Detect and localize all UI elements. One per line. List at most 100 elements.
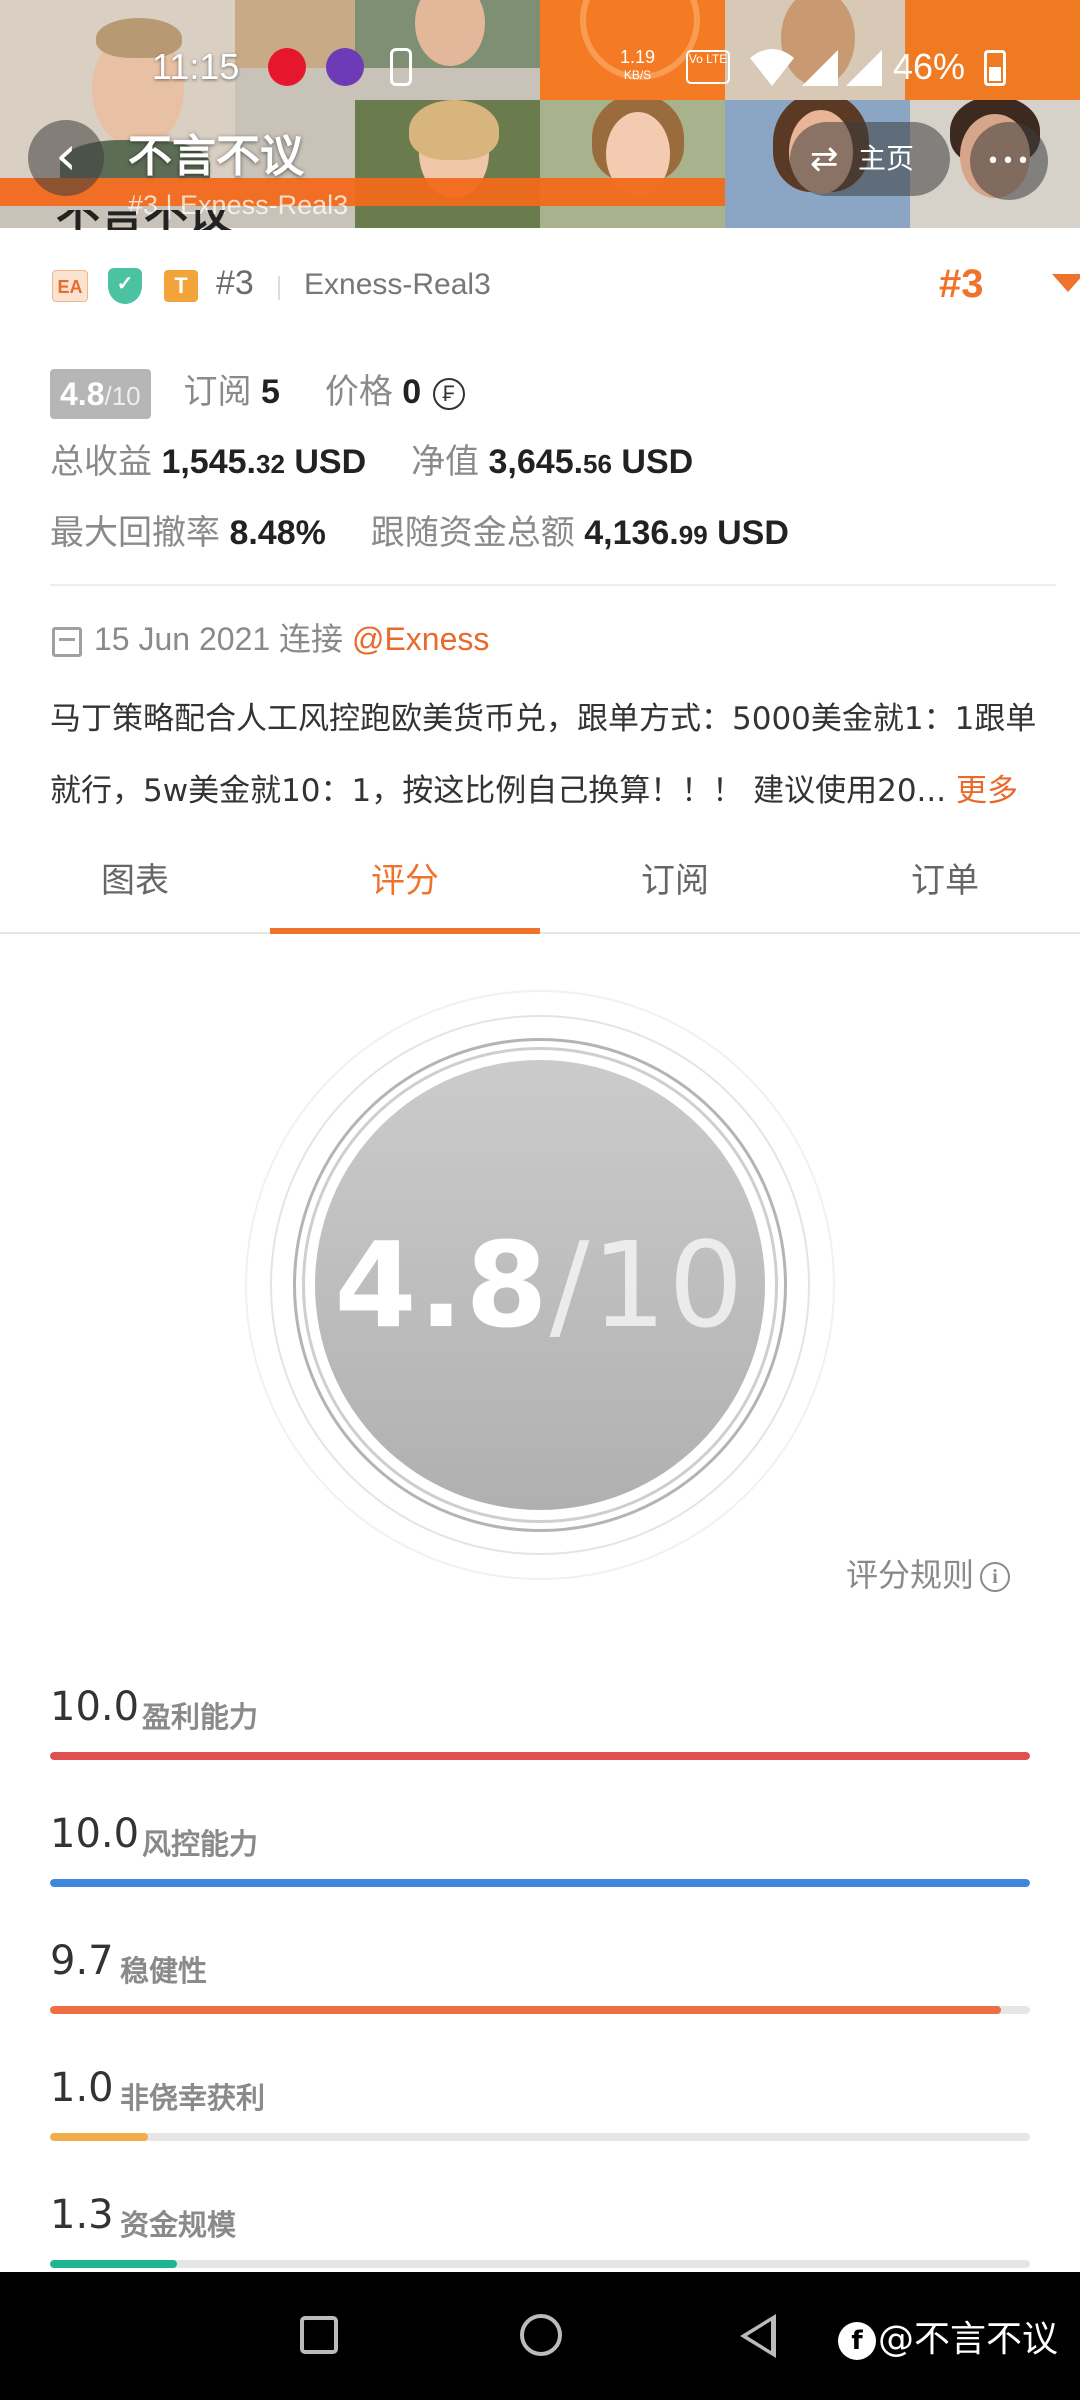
watermark: f @不言不议	[838, 2310, 1058, 2362]
score-badge: 4.8/10	[50, 369, 151, 420]
equity-value: 3,645.56 USD	[489, 443, 694, 481]
metric-value: 10.0	[50, 1684, 140, 1730]
metric-bar	[50, 2006, 1001, 2014]
equity-main: 3,645.	[488, 443, 584, 481]
total-profit-value: 1,545.32 USD	[161, 443, 366, 481]
metric-track	[50, 1752, 1030, 1760]
subscribe-value: 5	[261, 373, 280, 411]
tab-chart[interactable]: 图表	[0, 842, 270, 934]
equity-unit: USD	[621, 443, 694, 481]
metric-bar	[50, 1752, 1030, 1760]
follow-funds-main: 4,136.	[584, 514, 679, 552]
total-profit-cents: 32	[255, 449, 285, 479]
verified-shield-icon: ✓	[108, 268, 142, 304]
info-icon: i	[980, 1562, 1011, 1592]
rating-rules-label: 评分规则	[846, 1556, 975, 1594]
home-icon[interactable]	[520, 2314, 562, 2356]
follow-funds-value: 4,136.99 USD	[584, 514, 789, 552]
banner-orange-band	[0, 178, 725, 206]
status-time: 11:15	[152, 46, 240, 87]
drawdown-value: 8.48%	[229, 514, 326, 552]
metric-profitability: 10.0 盈利能力	[50, 1684, 1030, 1794]
calendar-icon	[52, 626, 82, 657]
network-speed: 1.19 KB/S	[620, 48, 655, 84]
metric-label: 稳健性	[120, 1954, 208, 1988]
tab-orders[interactable]: 订单	[810, 842, 1080, 934]
subscribe-label: 订阅	[183, 373, 252, 411]
strategy-description: 马丁策略配合人工风控跑欧美货币兑，跟单方式：5000美金就1：1跟单 就行，5w…	[50, 683, 1060, 827]
metric-value: 10.0	[50, 1811, 140, 1857]
caret-down-icon[interactable]	[1052, 274, 1080, 292]
metric-track	[50, 1879, 1030, 1887]
score-circle-value: 4.8	[334, 1216, 550, 1354]
follow-funds-cents: 99	[678, 520, 708, 550]
follow-funds-unit: USD	[717, 514, 789, 552]
divider	[278, 276, 280, 300]
screen-record-icon	[390, 48, 412, 86]
app-notification-icon	[326, 48, 364, 86]
total-profit-label: 总收益	[50, 443, 152, 481]
connection-label: 连接	[279, 621, 344, 657]
ea-badge: EA	[52, 270, 88, 302]
network-speed-unit: KB/S	[623, 68, 652, 82]
watermark-text: @不言不议	[878, 2319, 1059, 2360]
header-banner: 11:15 1.19 KB/S Vo LTE 46% ‹ 不言不议 #3 | E…	[0, 0, 1080, 228]
signal-icon-1	[802, 50, 838, 86]
tab-subscription[interactable]: 订阅	[540, 842, 810, 934]
metric-non-luck-profit: 1.0 非侥幸获利	[50, 2065, 1030, 2175]
back-triangle-icon[interactable]	[740, 2314, 776, 2358]
home-button[interactable]: ⇄ 主页	[790, 122, 950, 196]
metric-bar	[50, 1879, 1030, 1887]
metric-stability: 9.7 稳健性	[50, 1938, 1030, 2048]
volte-icon: Vo LTE	[686, 50, 730, 84]
metric-value: 1.3	[50, 2192, 114, 2238]
weibo-logo-icon: f	[838, 2322, 876, 2360]
metric-label: 资金规模	[120, 2208, 237, 2242]
metric-bar	[50, 2260, 178, 2268]
coin-icon: ₣	[432, 378, 465, 411]
metric-track	[50, 2006, 1030, 2014]
section-divider	[50, 584, 1056, 586]
tab-bar: 图表 评分 订阅 订单	[0, 842, 1080, 934]
home-button-label: 主页	[858, 142, 915, 175]
price-label: 价格	[324, 373, 393, 411]
metric-value: 1.0	[50, 2065, 114, 2111]
back-button[interactable]: ‹	[28, 120, 104, 196]
profile-title-partial: 不言不议	[56, 210, 232, 230]
tags-row: EA ✓ T #3 Exness-Real3 #3	[52, 262, 1080, 310]
page: 11:15 1.19 KB/S Vo LTE 46% ‹ 不言不议 #3 | E…	[0, 0, 1080, 2400]
equity-cents: 56	[583, 449, 612, 479]
weibo-notification-icon	[268, 48, 306, 86]
wifi-icon	[750, 49, 794, 86]
more-options-button[interactable]: •••	[970, 122, 1048, 200]
total-profit-main: 1,545.	[161, 443, 256, 481]
recent-apps-icon[interactable]	[300, 2316, 338, 2354]
back-arrow-icon: ‹	[55, 124, 77, 187]
metric-label: 盈利能力	[142, 1700, 259, 1734]
swap-icon: ⇄	[810, 139, 839, 179]
price-value: 0	[402, 373, 422, 411]
metric-label: 风控能力	[142, 1827, 259, 1861]
score-badge-den: /10	[104, 381, 141, 412]
description-line-2: 就行，5w美金就10：1，按这比例自己换算！！！ 建议使用20...	[50, 773, 947, 809]
score-row: 4.8/10 订阅 5 价格 0 ₣	[50, 366, 465, 420]
more-link[interactable]: 更多	[956, 773, 1018, 809]
profit-row: 总收益 1,545.32 USD 净值 3,645.56 USD	[50, 434, 693, 488]
connection-date: 15 Jun 2021	[94, 621, 271, 657]
account-name: Exness-Real3	[304, 268, 491, 301]
metric-track	[50, 2133, 1030, 2141]
trader-badge: T	[164, 270, 198, 302]
system-nav-bar: f @不言不议	[0, 2272, 1080, 2400]
broker-link[interactable]: @Exness	[352, 621, 489, 657]
metric-bar	[50, 2133, 148, 2141]
battery-percent: 46%	[893, 46, 966, 87]
status-bar: 11:15 1.19 KB/S Vo LTE 46%	[0, 0, 1080, 135]
rank-dropdown[interactable]: #3	[939, 262, 984, 307]
score-circle-text: 4.8/10	[315, 1060, 765, 1510]
rank-label: #3	[216, 264, 254, 302]
rating-rules-link[interactable]: 评分规则 i	[846, 1550, 1011, 1596]
tab-rating[interactable]: 评分	[270, 842, 540, 934]
total-profit-unit: USD	[294, 443, 367, 481]
equity-label: 净值	[411, 443, 480, 481]
network-speed-value: 1.19	[620, 47, 656, 67]
